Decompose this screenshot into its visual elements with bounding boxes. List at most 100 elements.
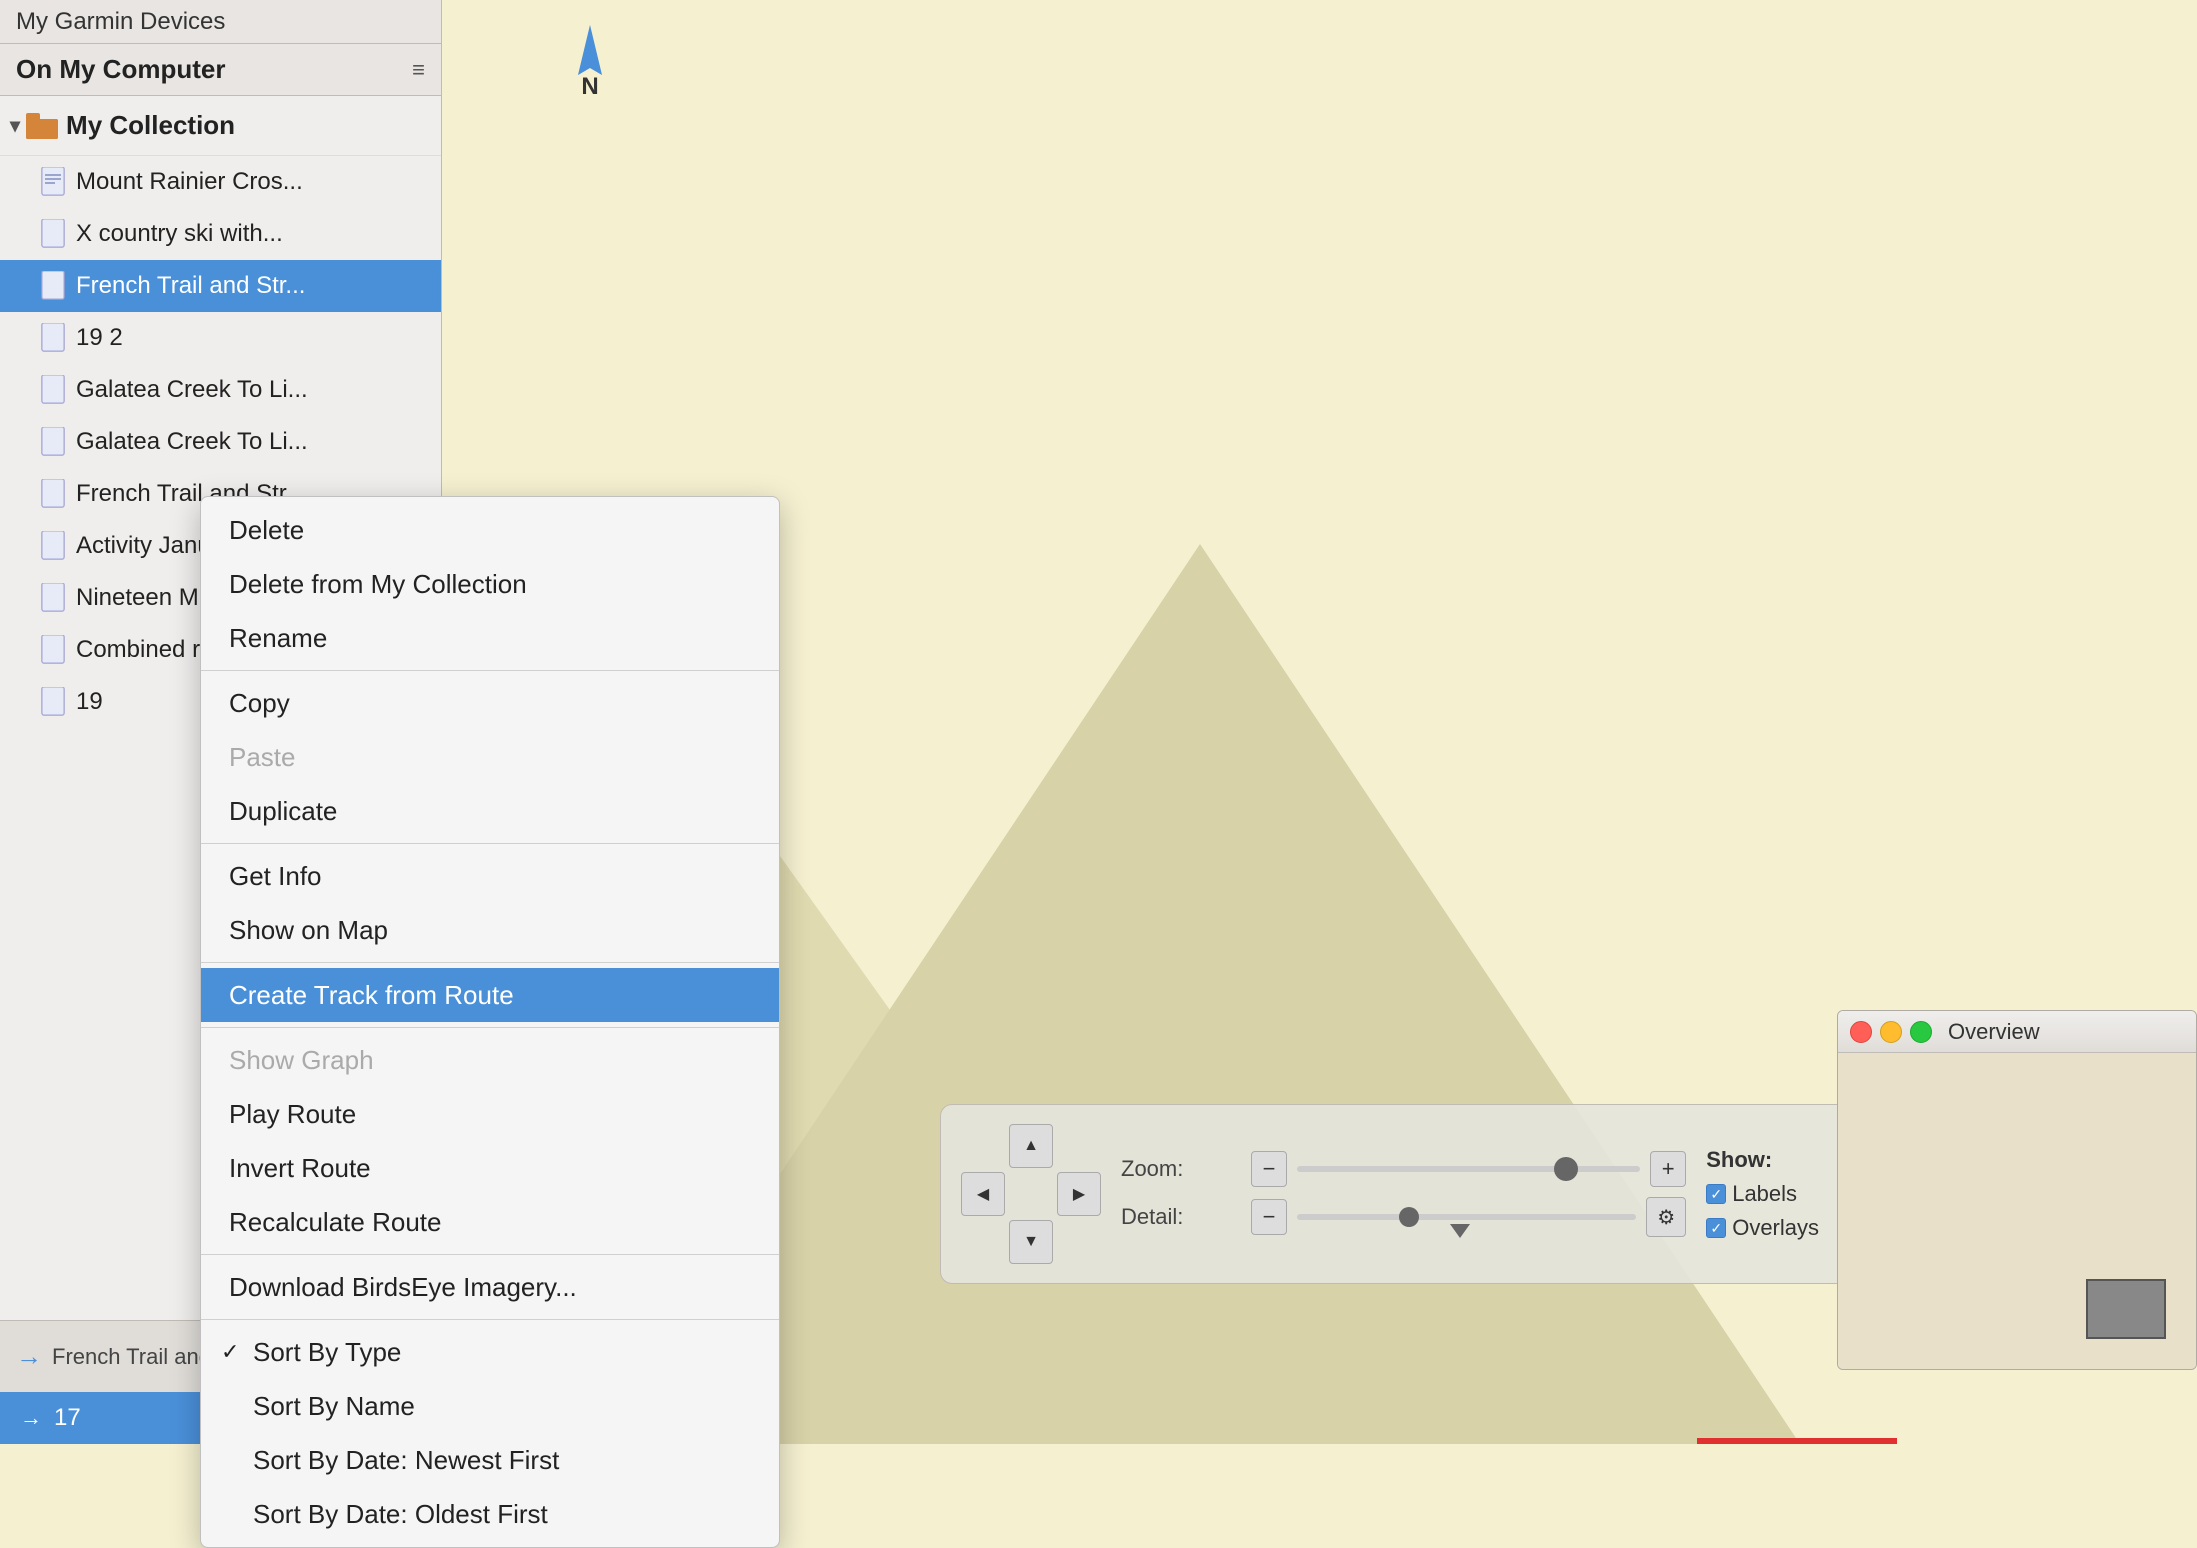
on-my-computer-label: On My Computer: [16, 54, 225, 85]
doc-icon-10: [40, 635, 66, 665]
show-label: Show:: [1706, 1147, 1819, 1173]
list-item-3[interactable]: French Trail and Str...: [0, 260, 441, 312]
active-route-arrow: →: [20, 1405, 42, 1431]
svg-text:N: N: [581, 73, 598, 100]
menu-separator-1: [201, 670, 779, 671]
zoom-label: Zoom:: [1121, 1156, 1241, 1182]
menu-item-show-graph-label: Show Graph: [229, 1045, 374, 1076]
detail-minus-button[interactable]: −: [1251, 1199, 1287, 1235]
doc-icon-8: [40, 531, 66, 561]
menu-item-recalculate-route-label: Recalculate Route: [229, 1207, 441, 1238]
doc-icon-11: [40, 687, 66, 717]
doc-icon-9: [40, 583, 66, 613]
list-item-1[interactable]: Mount Rainier Cros...: [0, 156, 441, 208]
nav-left-button[interactable]: ◀: [961, 1172, 1005, 1216]
list-item-2[interactable]: X country ski with...: [0, 208, 441, 260]
detail-label: Detail:: [1121, 1204, 1241, 1230]
list-item-label-2: X country ski with...: [76, 220, 283, 248]
menu-separator-4: [201, 1027, 779, 1028]
list-item-6[interactable]: Galatea Creek To Li...: [0, 416, 441, 468]
list-item-label-4: 19 2: [76, 324, 123, 352]
menu-item-rename-label: Rename: [229, 623, 327, 654]
menu-item-sort-by-name-label: Sort By Name: [253, 1391, 415, 1422]
detail-settings-button[interactable]: ⚙: [1646, 1197, 1686, 1237]
overlays-checkbox-row[interactable]: ✓ Overlays: [1706, 1215, 1819, 1241]
menu-item-show-on-map-label: Show on Map: [229, 915, 388, 946]
menu-item-play-route-label: Play Route: [229, 1099, 356, 1130]
menu-item-get-info-label: Get Info: [229, 861, 322, 892]
menu-item-play-route[interactable]: Play Route: [201, 1087, 779, 1141]
menu-item-sort-by-type[interactable]: ✓ Sort By Type: [201, 1325, 779, 1379]
overview-titlebar: Overview: [1838, 1011, 2196, 1053]
overview-close-button[interactable]: [1850, 1021, 1872, 1043]
collection-label: My Collection: [66, 110, 235, 141]
menu-item-get-info[interactable]: Get Info: [201, 849, 779, 903]
menu-item-sort-by-date-newest-label: Sort By Date: Newest First: [253, 1445, 559, 1476]
menu-item-sort-by-date-oldest[interactable]: Sort By Date: Oldest First: [201, 1487, 779, 1541]
overview-minimize-button[interactable]: [1880, 1021, 1902, 1043]
overlays-checkbox[interactable]: ✓: [1706, 1218, 1726, 1238]
nav-right-button[interactable]: ▶: [1057, 1172, 1101, 1216]
collection-header[interactable]: ▾ My Collection: [0, 96, 441, 156]
list-item-label-1: Mount Rainier Cros...: [76, 168, 303, 196]
doc-icon-2: [40, 219, 66, 249]
labels-label: Labels: [1732, 1181, 1797, 1207]
menu-item-create-track[interactable]: Create Track from Route: [201, 968, 779, 1022]
on-my-computer-header: On My Computer ≡: [0, 44, 441, 96]
menu-item-duplicate[interactable]: Duplicate: [201, 784, 779, 838]
overlays-label: Overlays: [1732, 1215, 1819, 1241]
nav-pad: ▲ ▼ ◀ ▶: [961, 1124, 1101, 1264]
garmin-devices-label: My Garmin Devices: [16, 8, 225, 36]
doc-icon-6: [40, 427, 66, 457]
menu-item-rename[interactable]: Rename: [201, 611, 779, 665]
menu-item-sort-by-name[interactable]: Sort By Name: [201, 1379, 779, 1433]
list-item-label-5: Galatea Creek To Li...: [76, 376, 308, 404]
menu-item-delete-from-collection-label: Delete from My Collection: [229, 569, 527, 600]
list-item-label-6: Galatea Creek To Li...: [76, 428, 308, 456]
menu-item-show-on-map[interactable]: Show on Map: [201, 903, 779, 957]
labels-checkbox-row[interactable]: ✓ Labels: [1706, 1181, 1819, 1207]
menu-item-sort-by-date-newest[interactable]: Sort By Date: Newest First: [201, 1433, 779, 1487]
menu-item-copy[interactable]: Copy: [201, 676, 779, 730]
menu-item-paste-label: Paste: [229, 742, 296, 773]
zoom-detail-section: Zoom: − + Detail: − ⚙: [1121, 1151, 1686, 1237]
menu-item-delete[interactable]: Delete: [201, 503, 779, 557]
zoom-slider[interactable]: [1297, 1166, 1640, 1172]
overview-mini-map: [2086, 1279, 2166, 1339]
zoom-plus-button[interactable]: +: [1650, 1151, 1686, 1187]
menu-item-invert-route[interactable]: Invert Route: [201, 1141, 779, 1195]
zoom-slider-thumb[interactable]: [1554, 1157, 1578, 1181]
section-menu-icon[interactable]: ≡: [412, 57, 425, 83]
menu-item-paste: Paste: [201, 730, 779, 784]
menu-separator-3: [201, 962, 779, 963]
list-item-label-11: 19: [76, 688, 103, 716]
menu-item-download-birdseye[interactable]: Download BirdsEye Imagery...: [201, 1260, 779, 1314]
doc-icon-5: [40, 375, 66, 405]
nav-up-button[interactable]: ▲: [1009, 1124, 1053, 1168]
menu-item-sort-by-date-oldest-label: Sort By Date: Oldest First: [253, 1499, 548, 1530]
overview-content: [1838, 1053, 2196, 1369]
list-item-4[interactable]: 19 2: [0, 312, 441, 364]
menu-item-invert-route-label: Invert Route: [229, 1153, 371, 1184]
zoom-minus-button[interactable]: −: [1251, 1151, 1287, 1187]
doc-icon-3: [40, 271, 66, 301]
menu-separator-5: [201, 1254, 779, 1255]
route-arrow: →: [16, 1341, 42, 1372]
doc-icon-7: [40, 479, 66, 509]
menu-separator-6: [201, 1319, 779, 1320]
menu-item-recalculate-route[interactable]: Recalculate Route: [201, 1195, 779, 1249]
garmin-devices-header: My Garmin Devices: [0, 0, 441, 44]
detail-slider-thumb[interactable]: [1399, 1207, 1419, 1227]
nav-down-button[interactable]: ▼: [1009, 1220, 1053, 1264]
detail-slider[interactable]: [1297, 1214, 1636, 1220]
menu-item-copy-label: Copy: [229, 688, 290, 719]
menu-item-create-track-label: Create Track from Route: [229, 980, 514, 1011]
list-item-5[interactable]: Galatea Creek To Li...: [0, 364, 441, 416]
overview-zoom-button[interactable]: [1910, 1021, 1932, 1043]
map-controls: ▲ ▼ ◀ ▶ Zoom: − + Detail: − ⚙ Show:: [940, 1104, 1980, 1284]
folder-icon: [26, 113, 58, 139]
labels-checkbox[interactable]: ✓: [1706, 1184, 1726, 1204]
menu-item-download-birdseye-label: Download BirdsEye Imagery...: [229, 1272, 577, 1303]
map-mountain2: [600, 544, 1800, 1444]
menu-item-delete-from-collection[interactable]: Delete from My Collection: [201, 557, 779, 611]
